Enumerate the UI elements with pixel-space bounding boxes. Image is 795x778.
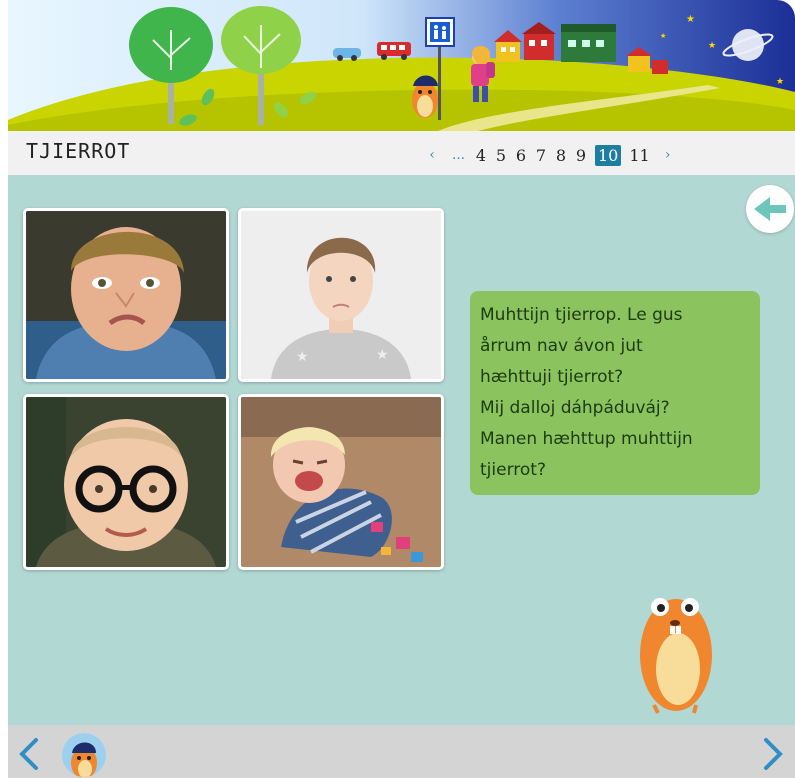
- photo-crying-toddler: [238, 394, 444, 570]
- hamster-avatar-icon: [62, 733, 106, 777]
- pagination-prev-chevron-left-icon[interactable]: ‹: [426, 147, 438, 163]
- page-link-6[interactable]: 6: [515, 146, 527, 165]
- header-banner: ★ ★ ★ ★: [8, 0, 795, 131]
- content-area: ★ ★ Muhttijn tjierrop. Le gus årrum nav …: [8, 175, 795, 725]
- page-link-7[interactable]: 7: [535, 146, 547, 165]
- page-title: TJIERROT: [26, 139, 131, 163]
- prev-page-chevron-left-icon[interactable]: [16, 737, 40, 771]
- svg-text:★: ★: [776, 77, 784, 87]
- photo-baby-with-glasses: [23, 394, 229, 570]
- back-button[interactable]: [746, 185, 794, 233]
- bottom-nav-bar: [8, 725, 795, 778]
- pagination-ellipsis: …: [452, 147, 465, 163]
- svg-text:★: ★: [708, 41, 716, 51]
- page-link-8[interactable]: 8: [555, 146, 567, 165]
- title-bar: TJIERROT ‹ … 4 5 6 7 8 9 10 11 ›: [8, 131, 795, 175]
- svg-text:★: ★: [376, 347, 389, 363]
- page-link-9[interactable]: 9: [575, 146, 587, 165]
- hamster-avatar-button[interactable]: [62, 733, 106, 777]
- photo-sad-girl: ★ ★: [238, 208, 444, 382]
- photo-crying-boy: [23, 208, 229, 382]
- page-link-5[interactable]: 5: [495, 146, 507, 165]
- page-link-current[interactable]: 10: [595, 144, 622, 166]
- next-page-chevron-right-icon[interactable]: [762, 737, 786, 771]
- page-link-4[interactable]: 4: [475, 146, 487, 165]
- svg-text:★: ★: [660, 32, 666, 40]
- bubble-text: Muhttijn tjierrop. Le gus årrum nav ávon…: [480, 305, 693, 480]
- page-link-11[interactable]: 11: [629, 146, 649, 165]
- pagination-next-chevron-right-icon[interactable]: ›: [662, 147, 674, 163]
- pagination: ‹ … 4 5 6 7 8 9 10 11 ›: [418, 142, 682, 168]
- banner-illustration: ★ ★ ★ ★: [8, 0, 795, 131]
- svg-text:★: ★: [686, 14, 695, 25]
- svg-text:★: ★: [296, 349, 309, 365]
- arrow-left-icon: [754, 197, 786, 221]
- speech-bubble: Muhttijn tjierrop. Le gus årrum nav ávon…: [470, 291, 760, 495]
- hamster-mascot-icon: [640, 598, 712, 714]
